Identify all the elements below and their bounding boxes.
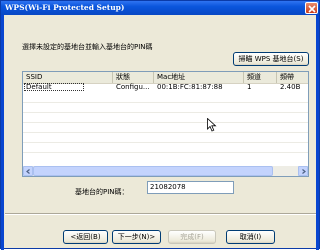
column-header-mac[interactable]: Mac地址 <box>154 72 244 83</box>
cell-status: Configu... <box>116 83 150 91</box>
cancel-button[interactable]: 取消(I) <box>226 230 275 244</box>
scrollbar-thumb[interactable] <box>33 166 273 176</box>
separator <box>5 213 316 215</box>
table-row[interactable]: Default Configu... 00:1B:FC:81:87:88 1 2… <box>23 83 308 92</box>
scan-wps-ap-button[interactable]: 掃瞄 WPS 基地台(S) <box>233 52 309 66</box>
arrow-right-icon <box>302 169 306 174</box>
wps-dialog: WPS(Wi-Fi Protected Setup) 選擇未設定的基地台並輸入基… <box>0 0 320 250</box>
window-border-right <box>316 15 319 250</box>
ap-list[interactable]: SSID 狀態 Mac地址 頻道 頻帶 Default Configu... 0… <box>22 71 309 177</box>
pin-input[interactable]: 21082078 <box>147 181 234 194</box>
cell-band: 2.40B <box>280 83 301 91</box>
next-button[interactable]: 下一步(N)> <box>112 230 161 244</box>
window-title: WPS(Wi-Fi Protected Setup) <box>5 3 125 12</box>
horizontal-scrollbar[interactable] <box>23 166 308 176</box>
mouse-cursor-icon <box>207 118 217 132</box>
column-header-band[interactable]: 頻帶 <box>277 72 308 83</box>
instruction-text: 選擇未設定的基地台並輸入基地台的PIN碼 <box>22 43 153 51</box>
row-gridline <box>23 122 308 123</box>
column-header-status[interactable]: 狀態 <box>113 72 154 83</box>
arrow-left-icon <box>26 169 30 174</box>
close-icon <box>308 4 316 13</box>
row-gridline <box>23 152 308 153</box>
row-gridline <box>23 132 308 133</box>
cell-mac: 00:1B:FC:81:87:88 <box>157 83 223 91</box>
back-button[interactable]: <返回(B) <box>63 230 108 244</box>
finish-button[interactable]: 完成(F) <box>168 230 216 244</box>
column-header-channel[interactable]: 頻道 <box>244 72 277 83</box>
row-gridline <box>23 142 308 143</box>
close-button[interactable] <box>305 2 318 14</box>
row-gridline <box>23 102 308 103</box>
cell-ssid: Default <box>26 83 52 91</box>
row-gridline <box>23 112 308 113</box>
scroll-left-button[interactable] <box>23 166 33 176</box>
cell-channel: 1 <box>247 83 252 91</box>
scroll-right-button[interactable] <box>298 166 308 176</box>
title-bar[interactable]: WPS(Wi-Fi Protected Setup) <box>1 1 319 15</box>
window-border-left <box>1 15 4 250</box>
column-header-ssid[interactable]: SSID <box>23 72 113 83</box>
pin-label: 基地台的PIN碼： <box>75 188 129 196</box>
